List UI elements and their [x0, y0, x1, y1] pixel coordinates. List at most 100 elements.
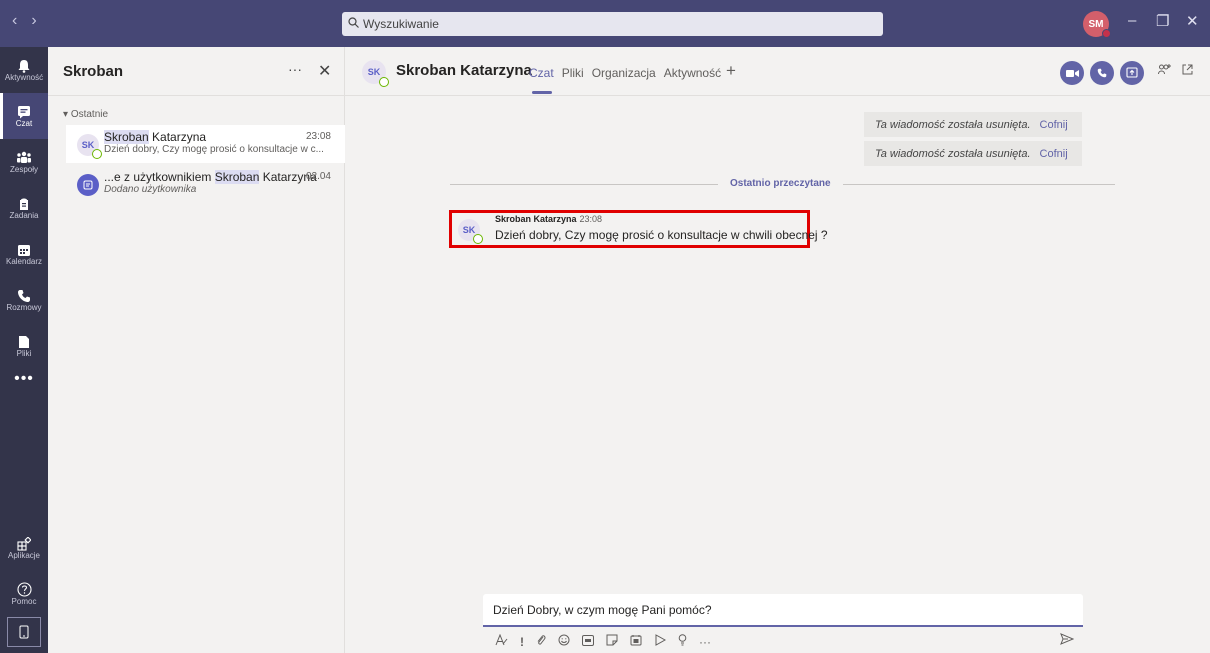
tab-chat[interactable]: Czat — [529, 66, 554, 80]
chat-time: 23:08 — [305, 131, 331, 142]
rail-item-tasks[interactable]: Zadania — [0, 185, 48, 231]
video-icon — [1065, 69, 1079, 77]
rail-item-chat[interactable]: Czat — [0, 93, 48, 139]
compose-value: Dzień Dobry, w czym mogę Pani pomóc? — [493, 602, 712, 617]
phone-icon — [18, 289, 30, 302]
calendar-icon — [18, 244, 30, 256]
rail-item-files[interactable]: Pliki — [0, 323, 48, 369]
message-time: 23:08 — [579, 214, 603, 224]
gif-icon[interactable] — [582, 634, 594, 649]
emoji-icon[interactable] — [558, 634, 570, 649]
tasks-icon — [20, 198, 28, 210]
chat-name: ...e z użytkownikiem Skroban Katarzyna — [104, 170, 317, 184]
important-icon[interactable]: ! — [520, 635, 524, 649]
user-avatar[interactable]: SM — [1083, 11, 1111, 38]
highlighted-message[interactable]: SK Skroban Katarzyna 23:08 Dzień dobry, C… — [449, 210, 828, 248]
pop-out-icon[interactable] — [1182, 64, 1193, 78]
tab-bar: Czat Pliki Organizacja Aktywność — [529, 66, 721, 80]
compose-input[interactable]: Dzień Dobry, w czym mogę Pani pomóc? — [483, 594, 1083, 627]
avatar: SK — [77, 134, 102, 159]
compose-toolbar: ! ··· — [495, 633, 711, 649]
deleted-message: Ta wiadomość została usunięta. Cofnij — [864, 112, 1082, 137]
close-button[interactable]: ✕ — [1186, 12, 1199, 30]
stream-icon[interactable] — [654, 634, 667, 649]
more-icon[interactable]: ··· — [699, 635, 711, 649]
add-people-icon[interactable] — [1158, 64, 1171, 78]
search-placeholder: Wyszukiwanie — [363, 17, 439, 31]
message-author: Skroban Katarzyna — [495, 214, 577, 224]
more-apps-icon[interactable]: ••• — [0, 370, 48, 388]
name-prefix: ...e z użytkownikiem — [104, 170, 215, 184]
message-text: Dzień dobry, Czy mogę prosić o konsultac… — [495, 228, 828, 242]
tab-activity[interactable]: Aktywność — [664, 66, 721, 80]
meet-icon[interactable] — [630, 634, 642, 649]
rail-label: Aktywność — [4, 72, 44, 82]
avatar-initials: SK — [462, 225, 476, 235]
mobile-app-button[interactable] — [7, 617, 41, 647]
chat-list-pane: Skroban ··· ✕ ▾ Ostatnie SK Skroban Kata… — [48, 47, 345, 653]
avatar-initials: SK — [367, 67, 381, 77]
phone-icon — [1097, 68, 1107, 78]
minimize-button[interactable]: – — [1128, 12, 1136, 29]
rail-label: Kalendarz — [5, 256, 43, 266]
deleted-text: Ta wiadomość została usunięta. — [875, 118, 1031, 131]
chat-time: 02.04 — [305, 171, 331, 182]
undo-link[interactable]: Cofnij — [1040, 119, 1068, 131]
forward-icon[interactable]: › — [31, 12, 36, 30]
avatar — [77, 174, 99, 196]
presence-icon — [92, 149, 102, 159]
message-meta: Skroban Katarzyna 23:08 — [495, 214, 602, 224]
format-icon[interactable] — [495, 633, 508, 649]
maximize-button[interactable]: ❐ — [1156, 12, 1169, 30]
list-item[interactable]: ...e z użytkownikiem Skroban Katarzyna 0… — [66, 165, 345, 203]
name-highlight: Skroban — [104, 130, 149, 144]
chevron-down-icon: ▾ — [63, 109, 71, 120]
praise-icon[interactable] — [678, 634, 687, 649]
rail-label: Aplikacje — [7, 550, 40, 560]
rail-label: Rozmowy — [6, 302, 42, 312]
chat-preview: Dodano użytkownika — [104, 184, 197, 195]
list-title: Skroban — [63, 63, 124, 80]
rail-item-calendar[interactable]: Kalendarz — [0, 231, 48, 277]
file-icon — [19, 335, 29, 348]
section-recent[interactable]: ▾ Ostatnie — [63, 109, 108, 120]
share-screen-button[interactable] — [1120, 61, 1144, 85]
list-item[interactable]: SK Skroban Katarzyna 23:08 Dzień dobry, … — [66, 125, 345, 163]
tab-files[interactable]: Pliki — [562, 66, 584, 80]
rail-item-help[interactable]: Pomoc — [0, 571, 48, 617]
add-tab-icon[interactable]: + — [726, 61, 736, 81]
audio-call-button[interactable] — [1090, 61, 1114, 85]
more-options-icon[interactable]: ··· — [288, 61, 302, 77]
app-rail: Aktywność Czat Zespoły Zadania Kalendarz… — [0, 47, 48, 653]
chat-icon — [18, 105, 30, 118]
deleted-message: Ta wiadomość została usunięta. Cofnij — [864, 141, 1082, 166]
rail-item-teams[interactable]: Zespoły — [0, 139, 48, 185]
rail-label: Czat — [15, 118, 33, 128]
undo-link[interactable]: Cofnij — [1040, 148, 1068, 160]
avatar[interactable]: SK — [362, 60, 389, 87]
chat-header: SK Skroban Katarzyna Czat Pliki Organiza… — [345, 47, 1210, 96]
section-label: Ostatnie — [70, 109, 109, 120]
sticker-icon[interactable] — [606, 634, 618, 649]
send-icon[interactable] — [1060, 632, 1075, 648]
teams-icon — [17, 151, 31, 163]
apps-icon — [17, 536, 31, 551]
attach-icon[interactable] — [536, 634, 546, 649]
tab-organization[interactable]: Organizacja — [592, 66, 656, 80]
rail-item-activity[interactable]: Aktywność — [0, 47, 48, 93]
rail-item-apps[interactable]: Aplikacje — [0, 525, 48, 571]
group-chat-icon — [83, 180, 93, 190]
bell-icon — [18, 59, 30, 73]
status-dot — [1102, 29, 1111, 38]
avatar: SK — [458, 219, 483, 244]
video-call-button[interactable] — [1060, 61, 1084, 85]
rail-label: Zespoły — [9, 164, 38, 174]
rail-label: Pliki — [16, 348, 32, 358]
nav-arrows: ‹ › — [12, 12, 37, 30]
close-search-icon[interactable]: ✕ — [318, 61, 331, 81]
back-icon[interactable]: ‹ — [12, 12, 17, 30]
rail-item-calls[interactable]: Rozmowy — [0, 277, 48, 323]
search-input[interactable]: Wyszukiwanie — [342, 12, 883, 36]
chat-preview: Dzień dobry, Czy mogę prosić o konsultac… — [104, 144, 324, 155]
phone-device-icon — [19, 625, 29, 639]
